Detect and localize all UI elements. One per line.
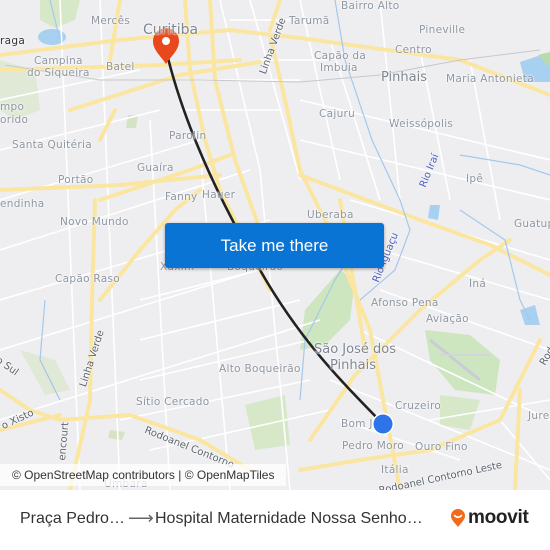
place-label: Imbuia	[320, 62, 358, 74]
origin-stop-name: Praça Pedro…	[20, 510, 125, 527]
place-label: Fanny	[165, 191, 198, 203]
place-label: Maria Antonieta	[446, 73, 534, 85]
place-label: Bom J	[341, 418, 373, 430]
place-label: Portão	[58, 174, 94, 186]
place-label: Tarumã	[289, 15, 330, 27]
moovit-pin-icon	[451, 509, 465, 527]
place-label: do Siqueira	[27, 67, 90, 79]
arrow-right-icon: ⟶	[128, 508, 154, 528]
place-label: endinha	[0, 198, 45, 210]
place-label-curitiba: Curitiba	[143, 22, 199, 38]
place-label: Ipê	[466, 173, 484, 185]
place-label: Guatup	[514, 218, 550, 230]
place-label: Itália	[381, 464, 409, 476]
place-label: Capão Raso	[55, 273, 121, 285]
moovit-wordmark: moovit	[468, 507, 529, 528]
place-label: Capão da	[314, 50, 367, 62]
place-label: raga	[0, 35, 26, 47]
place-label: Aviação	[426, 313, 469, 325]
place-label: Cruzeiro	[395, 400, 442, 412]
map-attribution[interactable]: © OpenStreetMap contributors | © OpenMap…	[0, 464, 287, 486]
place-label: Cajuru	[319, 108, 356, 120]
place-label: Weissópolis	[389, 118, 454, 130]
place-label: Centro	[395, 44, 432, 56]
place-label: mpo	[0, 101, 25, 113]
map[interactable]: Mercês Curitiba Tarumã Bairro Alto Pinev…	[0, 0, 550, 490]
place-label: Bairro Alto	[341, 0, 400, 12]
place-label: Jurer	[528, 410, 550, 422]
place-label: Sítio Cercado	[136, 396, 210, 408]
moovit-logo[interactable]: moovit	[450, 507, 529, 529]
place-label: Parolin	[169, 130, 207, 142]
place-label: Hauer	[202, 189, 236, 201]
origin-dot-icon[interactable]	[372, 413, 394, 435]
place-label: Pedro Moro	[342, 440, 404, 452]
place-label: Santa Quitéria	[12, 139, 92, 151]
place-label: Campina	[34, 55, 83, 67]
place-label-sjp: Pinhais	[330, 358, 376, 373]
place-label-pinhais: Pinhais	[381, 70, 427, 85]
place-label: Alto Boqueirão	[219, 363, 301, 375]
place-label: Batel	[106, 61, 135, 73]
place-label: Afonso Pena	[371, 297, 439, 309]
place-label: Mercês	[91, 15, 131, 27]
place-label: Pineville	[419, 24, 466, 36]
take-me-there-button[interactable]: Take me there	[165, 223, 384, 268]
place-label: Ouro Fino	[415, 441, 468, 453]
place-label: Novo Mundo	[60, 216, 129, 228]
place-label: Iná	[469, 278, 487, 290]
place-label: Guaíra	[137, 162, 174, 174]
place-label: orido	[0, 114, 29, 126]
route-footer: Praça Pedro… ⟶ Hospital Maternidade Noss…	[0, 490, 550, 550]
place-label-sjp: São José dos	[314, 342, 396, 357]
place-label: Uberaba	[307, 209, 354, 221]
destination-name: Hospital Maternidade Nossa Senho…	[155, 510, 423, 527]
